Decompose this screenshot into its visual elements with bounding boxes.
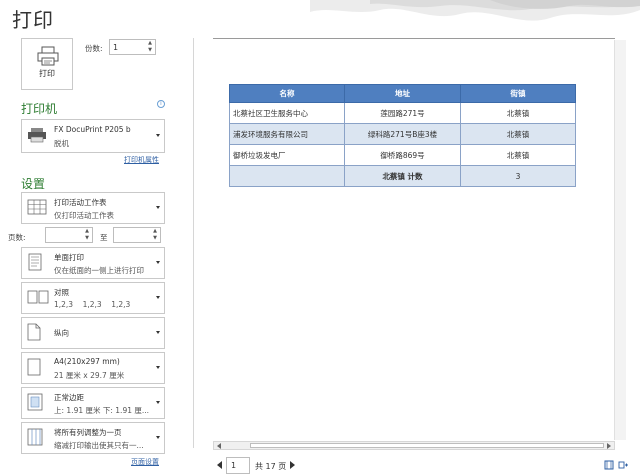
scaling-title: 将所有列调整为一页 [54,428,122,437]
panel-divider [193,38,194,448]
show-margins-icon[interactable] [604,460,614,470]
banner-decoration [310,0,640,21]
print-scope-desc: 仅打印活动工作表 [54,211,114,220]
chevron-down-icon [156,206,160,209]
printer-device-icon [27,127,47,145]
table-cell: 北蔡镇 [460,144,576,166]
settings-heading: 设置 [21,177,46,191]
scroll-right-icon[interactable] [607,443,611,449]
pages-icon [27,253,43,273]
paper-size-dropdown[interactable]: A4(210x297 mm) 21 厘米 x 29.7 厘米 [21,352,165,384]
preview-vertical-scrollbar[interactable] [614,40,626,440]
scaling-icon [27,428,43,448]
paper-icon [27,358,41,378]
preview-top-border [213,38,615,39]
collate-icon [27,290,49,306]
chevron-down-icon [156,366,160,369]
margins-icon [27,393,43,413]
pages-to-label: 至 [100,233,108,242]
table-cell: 浦发环境服务有限公司 [229,123,345,145]
paper-size-title: A4(210x297 mm) [54,357,120,366]
printer-name: FX DocuPrint P205 b [54,125,131,134]
table-cell: 莲园路271号 [344,102,461,124]
total-pages: 共 17 页 [255,462,287,471]
table-cell: 北蔡镇 [460,102,576,124]
page-title: 打印 [12,8,54,32]
copies-stepper[interactable]: 1 ▲ ▼ [109,39,156,55]
table-row: 御桥垃圾发电厂 御桥路869号 北蔡镇 [229,144,576,166]
stepper-arrows-icon[interactable]: ▲ ▼ [151,228,159,242]
current-page-input[interactable]: 1 [226,457,250,474]
collate-desc: 1,2,3 1,2,3 1,2,3 [54,300,131,309]
table-header-row: 名称 地址 街镇 [229,84,576,103]
pages-from-stepper[interactable]: ▲ ▼ [45,227,93,243]
stepper-arrows-icon[interactable]: ▲ ▼ [146,40,154,54]
print-button[interactable]: 打印 [21,38,73,90]
table-total-row: 北蔡镇 计数 3 [229,165,576,187]
preview-horizontal-scrollbar[interactable] [213,441,615,450]
column-header: 街镇 [460,84,576,103]
print-preview: 名称 地址 街镇 北蔡社区卫生服务中心 莲园路271号 北蔡镇 浦发环境服务有限… [213,40,614,440]
table-row: 浦发环境服务有限公司 绿科路271号B座3楼 北蔡镇 [229,123,576,145]
scaling-dropdown[interactable]: 将所有列调整为一页 缩减打印输出使其只有一... [21,422,165,454]
print-scope-dropdown[interactable]: 打印活动工作表 仅打印活动工作表 [21,192,165,224]
printer-dropdown[interactable]: FX DocuPrint P205 b 脱机 [21,119,165,153]
orientation-dropdown[interactable]: 纵向 [21,317,165,349]
info-icon[interactable]: i [157,100,165,108]
column-header: 名称 [229,84,345,103]
scroll-left-icon[interactable] [217,443,221,449]
stepper-arrows-icon[interactable]: ▲ ▼ [83,228,91,242]
backstage-banner [0,0,640,34]
copies-value: 1 [113,43,119,52]
scroll-thumb[interactable] [250,443,604,448]
chevron-down-icon [156,436,160,439]
table-row: 北蔡社区卫生服务中心 莲园路271号 北蔡镇 [229,102,576,124]
printer-heading: 打印机 [21,102,58,116]
collate-dropdown[interactable]: 对照 1,2,3 1,2,3 1,2,3 [21,282,165,314]
table-cell: 北蔡镇 [460,123,576,145]
chevron-down-icon [156,134,160,137]
margins-title: 正常边距 [54,393,84,402]
chevron-down-icon [156,331,160,334]
total-label: 北蔡镇 计数 [344,165,461,187]
sheet-icon [27,199,47,217]
previous-page-icon[interactable] [217,461,222,469]
sides-dropdown[interactable]: 单面打印 仅在纸面的一侧上进行打印 [21,247,165,279]
pages-label: 页数: [8,233,26,242]
print-button-label: 打印 [39,69,55,78]
collate-title: 对照 [54,288,69,297]
total-value: 3 [460,165,576,187]
table-cell: 绿科路271号B座3楼 [344,123,461,145]
chevron-down-icon [156,401,160,404]
margins-dropdown[interactable]: 正常边距 上: 1.91 厘米 下: 1.91 厘... [21,387,165,419]
copies-label: 份数: [85,44,103,53]
column-header: 地址 [344,84,461,103]
table-cell [229,165,345,187]
print-scope-title: 打印活动工作表 [54,198,107,207]
printer-icon [37,46,59,66]
paper-size-desc: 21 厘米 x 29.7 厘米 [54,371,125,380]
chevron-down-icon [156,261,160,264]
table-cell: 北蔡社区卫生服务中心 [229,102,345,124]
sides-desc: 仅在纸面的一侧上进行打印 [54,266,144,275]
next-page-icon[interactable] [290,461,295,469]
pages-to-stepper[interactable]: ▲ ▼ [113,227,161,243]
margins-desc: 上: 1.91 厘米 下: 1.91 厘... [54,406,150,415]
printer-properties-link[interactable]: 打印机属性 [124,155,159,165]
page-setup-link[interactable]: 页面设置 [131,457,159,467]
table-cell: 御桥垃圾发电厂 [229,144,345,166]
scaling-desc: 缩减打印输出使其只有一... [54,441,144,450]
chevron-down-icon [156,296,160,299]
portrait-icon [27,323,41,343]
preview-table: 名称 地址 街镇 北蔡社区卫生服务中心 莲园路271号 北蔡镇 浦发环境服务有限… [229,84,576,187]
orientation-title: 纵向 [54,328,69,338]
printer-status: 脱机 [54,139,69,148]
table-cell: 御桥路869号 [344,144,461,166]
sides-title: 单面打印 [54,253,84,262]
zoom-page-icon[interactable] [618,460,628,470]
